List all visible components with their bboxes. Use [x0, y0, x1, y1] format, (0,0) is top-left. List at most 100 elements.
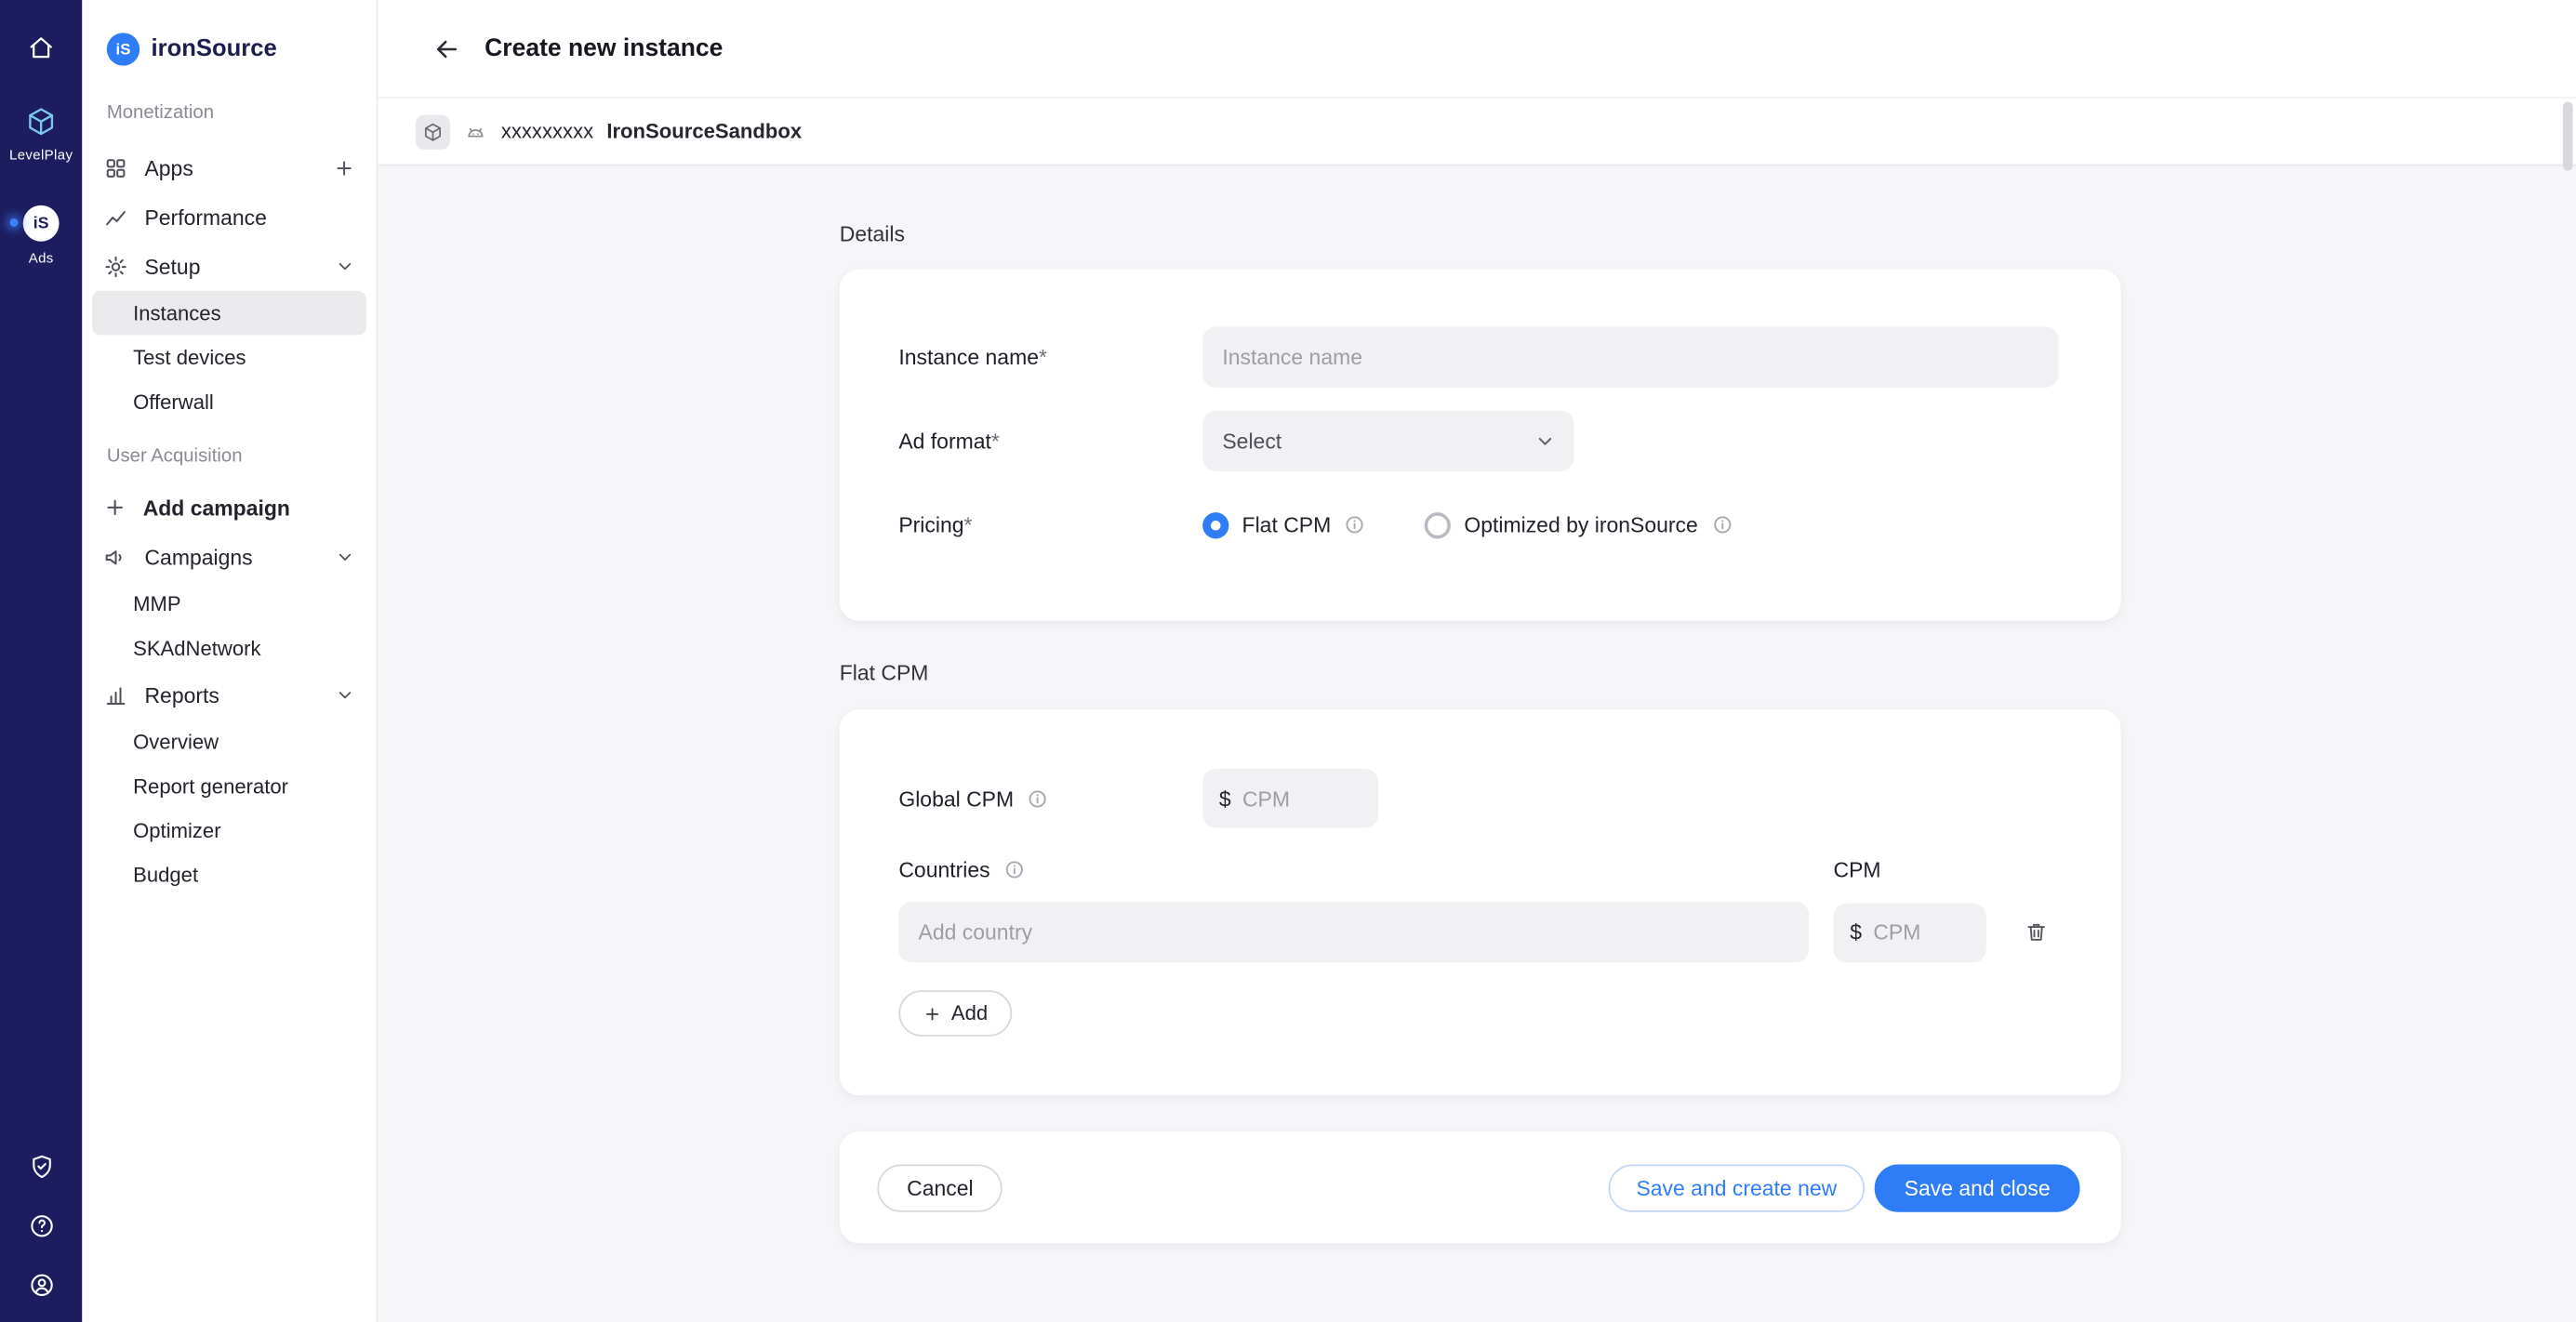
countries-label: Countries	[898, 857, 1833, 881]
sidebar-item-optimizer[interactable]: Optimizer	[92, 808, 366, 853]
back-button[interactable]	[432, 33, 462, 63]
currency-symbol: $	[1850, 919, 1862, 944]
main-area: Create new instance xxxxxxxxx IronSource…	[378, 0, 2576, 1322]
instance-name-label: Instance name*	[898, 345, 1202, 369]
sidebar-item-label: Offerwall	[133, 390, 214, 414]
add-country-input[interactable]	[898, 902, 1809, 962]
sidebar-item-label: Optimizer	[133, 819, 220, 842]
section-label-user-acquisition: User Acquisition	[82, 447, 376, 467]
sidebar-item-campaigns[interactable]: Campaigns	[82, 532, 376, 581]
info-icon[interactable]	[1344, 514, 1365, 535]
sidebar-item-apps[interactable]: Apps	[82, 143, 376, 192]
help-icon[interactable]	[27, 1212, 55, 1240]
app-window: LevelPlay iS Ads	[0, 0, 2576, 1322]
global-cpm-label: Global CPM	[898, 786, 1202, 810]
plus-icon	[103, 496, 126, 520]
add-app-plus-icon[interactable]	[334, 157, 355, 178]
rail-ads-label: Ads	[29, 250, 54, 267]
flat-cpm-card: Global CPM $ Countries	[840, 709, 2121, 1095]
sidebar-item-overview[interactable]: Overview	[92, 720, 366, 764]
global-cpm-value-input[interactable]	[1242, 786, 1362, 810]
country-cpm-value-input[interactable]	[1873, 919, 1970, 944]
country-cpm-input[interactable]: $	[1834, 903, 1986, 962]
section-label-monetization: Monetization	[82, 103, 376, 123]
privacy-shield-icon[interactable]	[27, 1153, 55, 1181]
add-country-button[interactable]: Add	[898, 990, 1012, 1036]
required-mark: *	[991, 429, 1000, 453]
radio-option-flat-cpm[interactable]: Flat CPM	[1202, 511, 1365, 537]
chevron-down-icon	[335, 257, 354, 276]
megaphone-icon	[103, 545, 127, 569]
grid-icon	[103, 155, 127, 179]
add-button-label: Add	[951, 1002, 988, 1025]
levelplay-cube-icon	[24, 105, 57, 138]
ad-format-select[interactable]: Select	[1202, 411, 1573, 471]
info-icon[interactable]	[1003, 859, 1025, 880]
flat-cpm-section-title: Flat CPM	[840, 660, 2576, 684]
info-icon[interactable]	[1027, 787, 1048, 809]
rail-item-levelplay[interactable]: LevelPlay	[9, 105, 73, 163]
home-icon[interactable]	[26, 33, 56, 62]
gear-icon	[103, 254, 127, 278]
form-content: Details Instance name* Ad format* Se	[378, 165, 2576, 1243]
line-chart-icon	[103, 205, 127, 229]
details-section-title: Details	[840, 221, 2576, 245]
ironsource-logo-text: ironSource	[152, 36, 277, 62]
sidebar-item-add-campaign[interactable]: Add campaign	[82, 483, 376, 532]
radio-option-optimized[interactable]: Optimized by ironSource	[1425, 511, 1733, 537]
countries-header-row: Countries CPM	[898, 857, 2062, 881]
save-and-close-button[interactable]: Save and close	[1875, 1164, 2080, 1211]
app-name: IronSourceSandbox	[606, 120, 802, 143]
sidebar-item-skadnetwork[interactable]: SKAdNetwork	[92, 626, 366, 670]
ironsource-logo[interactable]: iS ironSource	[82, 33, 376, 65]
rail-levelplay-label: LevelPlay	[9, 146, 73, 163]
scrollbar-thumb[interactable]	[2563, 102, 2573, 171]
required-mark: *	[1039, 345, 1047, 369]
app-cube-icon	[416, 114, 450, 149]
pricing-label: Pricing*	[898, 512, 1202, 536]
sidebar-item-label: Apps	[144, 155, 193, 179]
ironsource-logo-mark: iS	[107, 33, 139, 65]
sidebar-item-mmp[interactable]: MMP	[92, 581, 366, 626]
sidebar-item-offerwall[interactable]: Offerwall	[92, 379, 366, 424]
instance-name-row: Instance name*	[898, 327, 2062, 388]
cpm-column-label: CPM	[1834, 857, 1881, 881]
product-rail: LevelPlay iS Ads	[0, 0, 82, 1322]
sidebar-item-reports[interactable]: Reports	[82, 670, 376, 720]
currency-symbol: $	[1219, 786, 1231, 810]
delete-row-button[interactable]	[2010, 906, 2063, 958]
android-icon	[463, 119, 487, 143]
app-selector-bar[interactable]: xxxxxxxxx IronSourceSandbox	[378, 99, 2576, 165]
sidebar-item-label: MMP	[133, 592, 181, 615]
save-and-create-new-button[interactable]: Save and create new	[1608, 1164, 1865, 1211]
sidebar-item-setup[interactable]: Setup	[82, 242, 376, 291]
cancel-button[interactable]: Cancel	[877, 1164, 1003, 1211]
ad-format-row: Ad format* Select	[898, 411, 2062, 471]
sidebar: iS ironSource Monetization Apps Performa…	[82, 0, 378, 1322]
sidebar-item-budget[interactable]: Budget	[92, 853, 366, 897]
sidebar-item-label: Add campaign	[143, 496, 290, 520]
rail-item-ads[interactable]: iS Ads	[23, 205, 60, 266]
sidebar-item-test-devices[interactable]: Test devices	[92, 335, 366, 379]
pricing-radio-group: Flat CPM Optimized by ironSource	[1202, 495, 1733, 555]
active-indicator-dot	[10, 218, 19, 227]
sidebar-item-label: Report generator	[133, 774, 288, 798]
instance-name-input[interactable]	[1202, 327, 2058, 388]
sidebar-item-performance[interactable]: Performance	[82, 192, 376, 242]
form-footer: Cancel Save and create new Save and clos…	[840, 1131, 2121, 1243]
chevron-down-icon	[1534, 430, 1556, 452]
plus-icon	[923, 1004, 941, 1022]
account-icon[interactable]	[27, 1271, 55, 1299]
trash-icon	[2024, 919, 2048, 944]
info-icon[interactable]	[1711, 514, 1733, 535]
rail-bottom-icons	[27, 1153, 55, 1299]
sidebar-item-label: Campaigns	[144, 545, 252, 569]
global-cpm-input[interactable]: $	[1202, 769, 1378, 828]
sidebar-item-label: SKAdNetwork	[133, 637, 260, 660]
bar-chart-icon	[103, 682, 127, 707]
pricing-row: Pricing* Flat CPM	[898, 495, 2062, 555]
footer-save-buttons: Save and create new Save and close	[1608, 1164, 2079, 1211]
sidebar-item-instances[interactable]: Instances	[92, 291, 366, 336]
sidebar-item-report-generator[interactable]: Report generator	[92, 763, 366, 808]
global-cpm-row: Global CPM $	[898, 769, 2062, 828]
